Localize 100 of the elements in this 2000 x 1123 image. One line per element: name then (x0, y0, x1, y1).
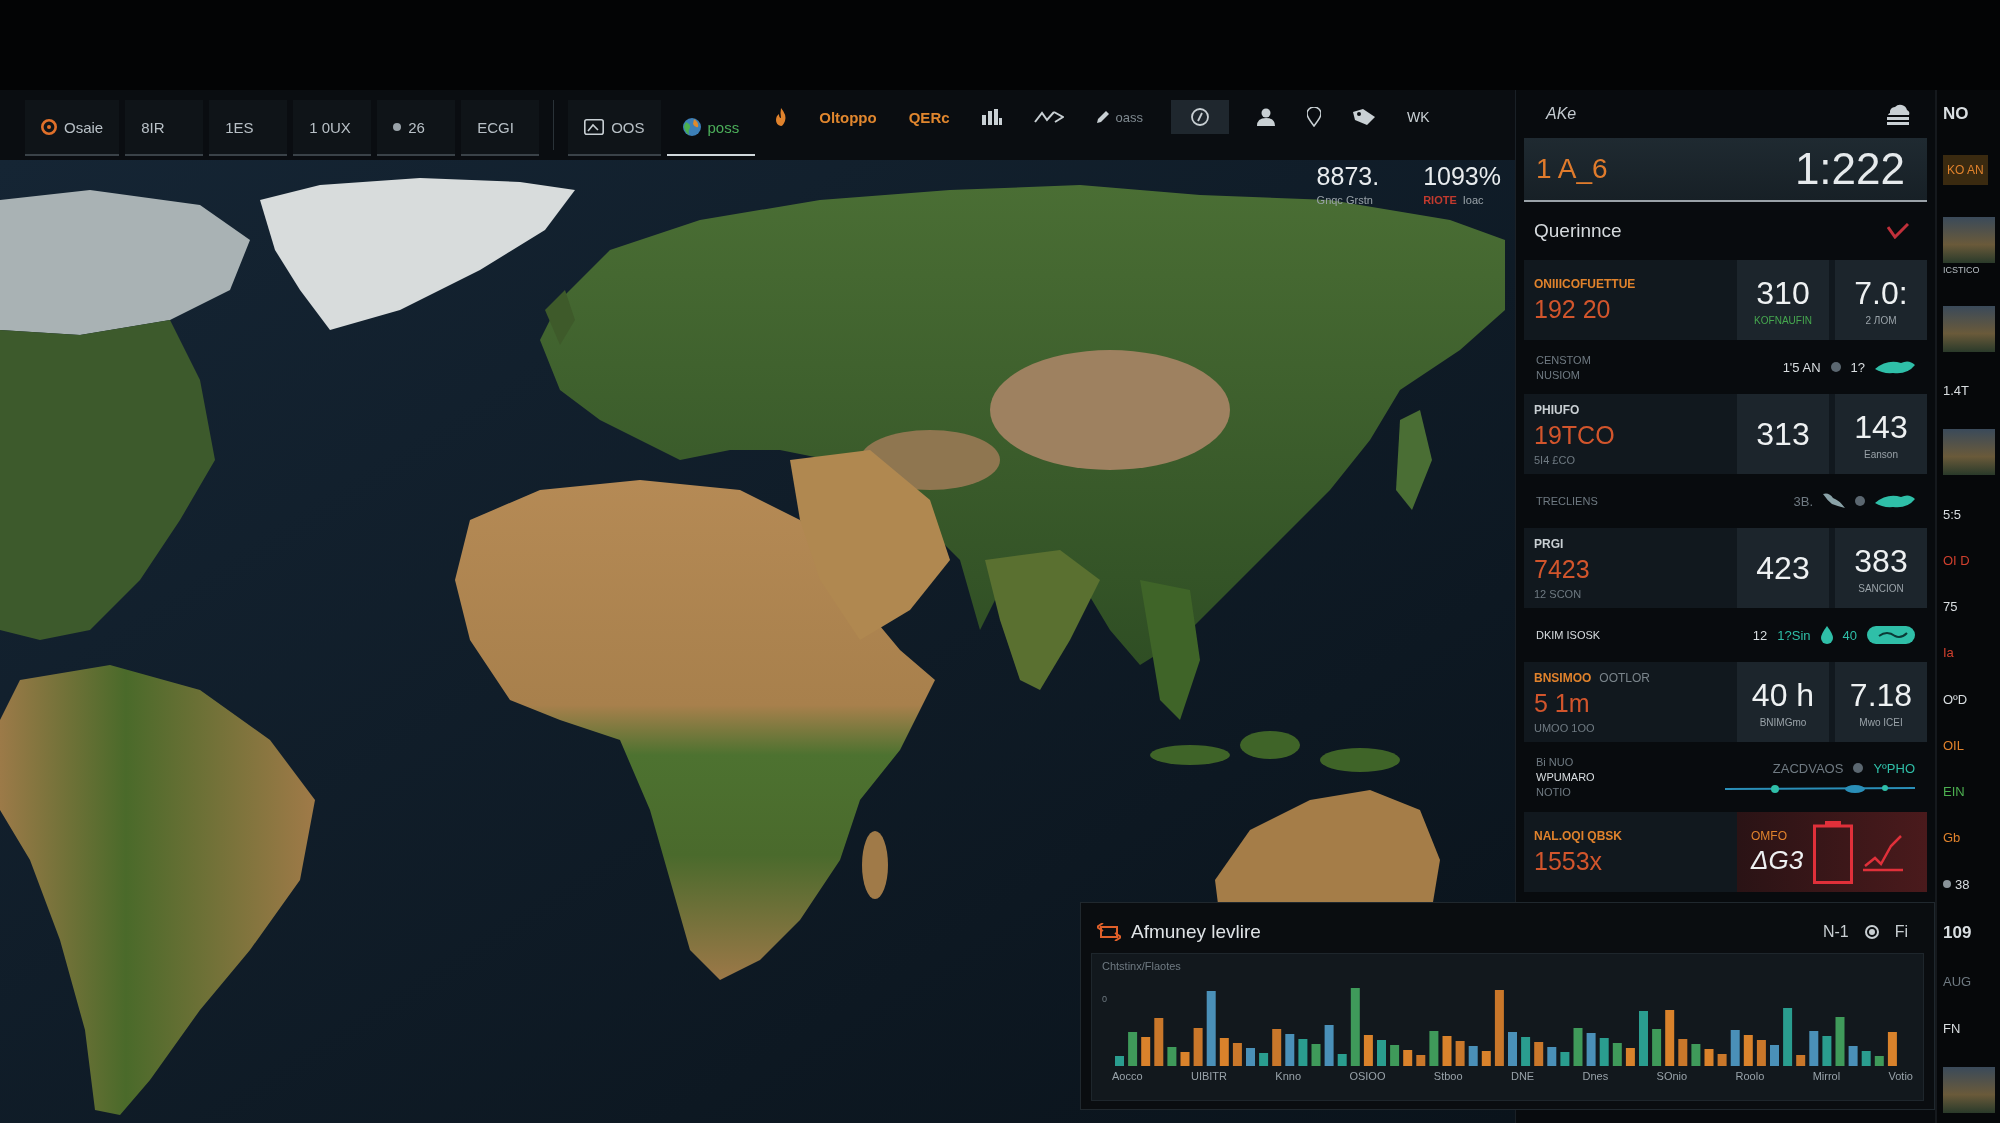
axis-label: Aocco (1112, 1070, 1143, 1082)
map-stat-caption: Ioac (1462, 194, 1484, 206)
card-value: 19TCO (1534, 420, 1616, 450)
strip-text: FN (1943, 1020, 1961, 1036)
chart-bar (1652, 1029, 1662, 1066)
stat-caption: Eanson (1864, 448, 1898, 460)
chart-bar (1691, 1044, 1701, 1066)
chart-bar (1848, 1046, 1858, 1066)
chart-bar (1298, 1039, 1308, 1066)
toolbar-button[interactable]: Oltoppo (815, 104, 881, 130)
chart-bar (1259, 1053, 1269, 1066)
chart-bar (1639, 1011, 1648, 1066)
toolbar-button[interactable]: WK (1403, 105, 1434, 129)
chart-bar (1599, 1038, 1609, 1066)
axis-label: DNE (1510, 1070, 1535, 1082)
chart-bar (1429, 1031, 1439, 1066)
reading-text: 1?Sin (1777, 627, 1811, 643)
chart-bar (1141, 1037, 1151, 1066)
toolbar-button[interactable] (1171, 100, 1230, 134)
strip-text: OºD (1943, 691, 1968, 707)
row-label: Bi NUO (1536, 756, 1575, 768)
strip-heading: NO (1943, 104, 1969, 124)
photo-placeholder (1943, 305, 1995, 352)
chart-bar (1874, 1056, 1884, 1066)
axis-label: Roolo (1735, 1070, 1765, 1082)
drop-icon (1820, 626, 1833, 644)
toolbar-tab[interactable]: 26 (377, 100, 456, 156)
strip-text: OIL (1943, 737, 1964, 753)
stat-value: 313 (1756, 415, 1810, 453)
stat-value: 7.18 (1849, 676, 1913, 714)
toolbar-tab[interactable]: Osaie (25, 100, 120, 156)
toolbar-tab[interactable]: ECGI (461, 100, 540, 156)
panel-title: Querinnce (1534, 220, 1622, 242)
cloud-icon (1885, 103, 1911, 125)
chart-bar (1403, 1050, 1413, 1066)
chart-bar (1783, 1008, 1793, 1066)
stat-value: 7.0: (1854, 274, 1908, 312)
chart-bar (1573, 1028, 1583, 1066)
chart-bar (1770, 1045, 1779, 1066)
status-tag: KO AN (1943, 155, 1988, 186)
chart-bar (1704, 1049, 1714, 1066)
map-stat-value: 1093% (1423, 162, 1501, 191)
status-dot-icon (1853, 763, 1864, 773)
axis-label: Mirrol (1812, 1070, 1841, 1082)
toolbar-tab[interactable]: 1 0UX (293, 100, 372, 156)
card-subtext: 12 SCON (1534, 587, 1583, 600)
chart-bar (1311, 1044, 1321, 1066)
toolbar-button[interactable]: QERc (904, 104, 954, 130)
chart-bar (1560, 1052, 1570, 1066)
chart-bar (1730, 1030, 1740, 1066)
card-label: PHIUFO (1534, 402, 1580, 417)
zigzag-icon (1033, 110, 1064, 124)
chart-bar (1612, 1043, 1622, 1066)
strip-text: 5:5 (1943, 506, 1962, 522)
chart-bar (1416, 1055, 1426, 1066)
chart-bar (1377, 1040, 1386, 1066)
card-value: 5 1m (1534, 688, 1591, 718)
strip-text: Gb (1943, 830, 1961, 846)
chart-bar (1285, 1034, 1295, 1066)
chart-bar (1272, 1029, 1282, 1066)
chart-subtitle: Chtstinx/Flaotes (1102, 960, 1182, 972)
card-label: BNSIMOO (1534, 670, 1592, 685)
chart-bar (1861, 1051, 1871, 1066)
stat-value: 310 (1756, 274, 1810, 312)
row-label: CENSTOM (1536, 353, 1591, 366)
panel-control[interactable]: N-1 (1820, 921, 1851, 943)
chart-bar (1481, 1051, 1491, 1066)
card-value: 7423 (1534, 554, 1591, 584)
trend-line-icon (1863, 832, 1904, 872)
reading-text: 1? (1850, 359, 1865, 375)
chart-bar (1717, 1054, 1727, 1066)
bird-icon (1823, 492, 1845, 510)
photo-caption: ICSTICO (1943, 264, 1981, 275)
row-label: NOTIO (1536, 786, 1572, 798)
chart-bar (1180, 1052, 1190, 1066)
strip-text: OI D (1943, 552, 1970, 568)
chart-bar (1167, 1047, 1177, 1066)
strip-text: 75 (1943, 599, 1958, 615)
toolbar-button[interactable]: oass (1091, 105, 1148, 129)
island (1240, 731, 1300, 759)
dot-icon (393, 123, 402, 131)
bar-chart-icon (981, 109, 1002, 125)
stat-value: 143 (1854, 408, 1908, 446)
axis-label: Stboo (1433, 1070, 1463, 1082)
chart-bar (1822, 1036, 1832, 1066)
toolbar-tab[interactable]: OOS (568, 100, 661, 156)
toolbar-tab[interactable]: 1ES (209, 100, 288, 156)
status-dot-icon (1943, 880, 1951, 889)
row-label: DKIM ISOSK (1536, 629, 1601, 641)
map-stat-caption: Gnqc Grstn (1316, 194, 1373, 206)
axis-label: Knno (1275, 1070, 1302, 1082)
ring-icon (41, 119, 57, 135)
card-value: 1553x (1534, 846, 1604, 876)
strip-heading: 109 (1943, 923, 1972, 943)
panel-control[interactable]: Fi (1892, 921, 1910, 943)
reading-text: YºPHO (1873, 760, 1915, 776)
menu-link[interactable]: AKe (1542, 101, 1581, 127)
axis-label: Dnes (1582, 1070, 1609, 1082)
toolbar-tab[interactable]: 8IR (125, 100, 204, 156)
header-time: 1:222 (1794, 144, 1905, 194)
